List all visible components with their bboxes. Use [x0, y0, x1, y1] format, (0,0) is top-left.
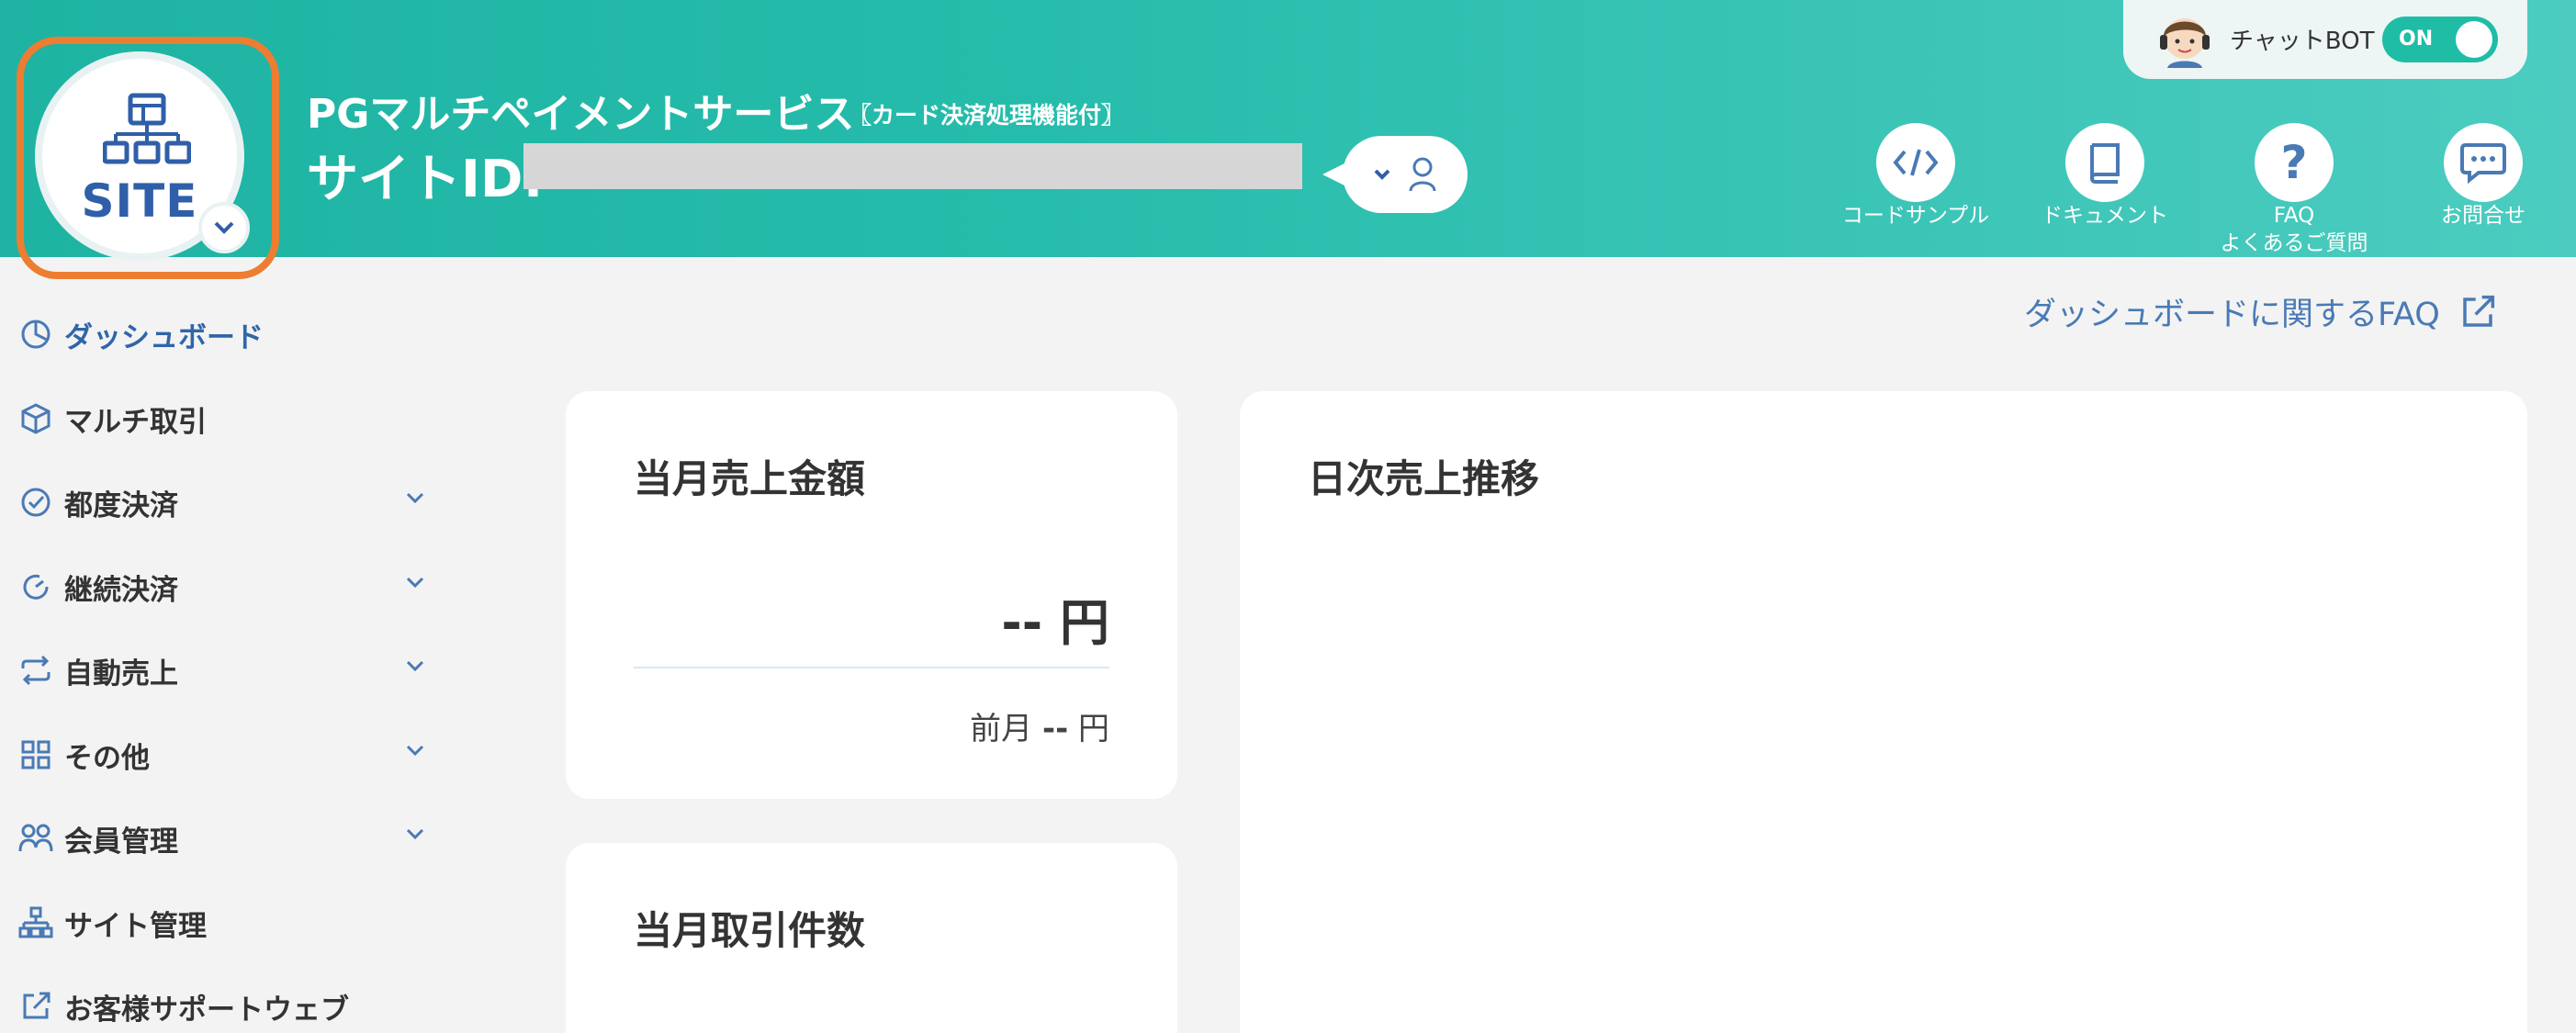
chevron-down-icon — [1374, 169, 1390, 180]
nav-code-sample[interactable]: コードサンプル — [1824, 123, 2008, 230]
monthly-sales-card: 当月売上金額 -- 円 前月 -- 円 — [566, 391, 1177, 799]
card-divider — [634, 667, 1109, 668]
box-icon — [18, 401, 53, 436]
sidebar-item-label: その他 — [64, 741, 150, 775]
chevron-down-icon — [406, 492, 424, 504]
service-title: PGマルチペイメントサービス — [307, 91, 855, 138]
nav-faq[interactable]: ? FAQ よくあるご質問 — [2202, 123, 2386, 257]
toggle-knob — [2456, 21, 2492, 58]
pie-chart-icon — [18, 317, 53, 352]
service-subtitle: 〖カード決済処理機能付〗 — [849, 102, 1125, 129]
sidebar-item-label: お客様サポートウェブ — [64, 993, 349, 1027]
document-icon — [2065, 123, 2144, 202]
chatbot-label: チャットBOT — [2230, 28, 2375, 55]
dashboard-faq-link-label: ダッシュボードに関するFAQ — [2024, 297, 2440, 333]
chatbot-avatar-icon — [2160, 18, 2210, 68]
user-icon — [1409, 157, 1436, 192]
sidebar-item-label: 継続決済 — [64, 573, 178, 607]
daily-sales-trend-title: 日次売上推移 — [1308, 456, 1540, 501]
site-id-label: サイトID: — [307, 150, 544, 209]
chatbot-toggle[interactable]: ON — [2382, 17, 2498, 62]
monthly-sales-title: 当月売上金額 — [634, 456, 866, 501]
chatbot-panel: チャットBOT ON — [2123, 0, 2527, 79]
sitemap-icon — [103, 93, 191, 164]
chevron-down-icon — [214, 221, 234, 234]
dashboard-faq-link[interactable]: ダッシュボードに関するFAQ — [2024, 288, 2497, 335]
chevron-down-icon — [406, 745, 424, 757]
chatbot-toggle-state: ON — [2399, 28, 2434, 51]
code-icon — [1876, 123, 1955, 202]
header-bar: SITE PGマルチペイメントサービス 〖カード決済処理機能付〗 サイトID: … — [0, 0, 2576, 279]
chevron-down-icon — [406, 660, 424, 672]
repeat-icon — [18, 653, 53, 688]
nav-faq-label: FAQ — [2273, 204, 2315, 228]
sidebar-item-customer-support-web[interactable]: お客様サポートウェブ — [18, 983, 441, 1029]
previous-month-label: 前月 — [970, 711, 1033, 747]
sidebar-item-site-management[interactable]: サイト管理 — [18, 900, 441, 946]
nav-code-sample-label: コードサンプル — [1841, 204, 1990, 228]
sidebar-item-label: 会員管理 — [64, 825, 178, 859]
nav-document-label: ドキュメント — [2042, 204, 2168, 228]
monthly-transaction-count-title: 当月取引件数 — [634, 908, 866, 953]
previous-month-value: -- — [1041, 711, 1069, 747]
sidebar-item-auto-sales[interactable]: 自動売上 — [18, 647, 441, 693]
nav-faq-sublabel: よくあるご質問 — [2220, 231, 2368, 255]
sidebar-item-one-time-payment[interactable]: 都度決済 — [18, 479, 441, 525]
chat-icon — [2444, 123, 2523, 202]
sidebar-item-label: マルチ取引 — [64, 405, 207, 439]
sidebar-item-label: ダッシュボード — [64, 320, 264, 354]
grid-icon — [18, 737, 53, 772]
site-id-value-redacted — [523, 143, 1302, 189]
question-icon: ? — [2255, 123, 2334, 202]
external-link-icon — [18, 989, 53, 1024]
sidebar-item-dashboard[interactable]: ダッシュボード — [18, 311, 441, 357]
sidebar-item-other[interactable]: その他 — [18, 732, 441, 778]
sidebar-item-multi-transaction[interactable]: マルチ取引 — [18, 396, 441, 442]
check-circle-icon — [18, 485, 53, 520]
monthly-sales-value: -- 円 — [1001, 594, 1109, 652]
nav-contact-label: お問合せ — [2441, 204, 2525, 228]
external-link-icon — [2463, 295, 2494, 327]
nav-document[interactable]: ドキュメント — [2013, 123, 2197, 230]
account-menu-button[interactable] — [1322, 136, 1468, 213]
sitemap-icon — [18, 905, 53, 940]
monthly-transaction-count-card: 当月取引件数 — [566, 843, 1177, 1033]
users-icon — [18, 821, 53, 856]
chevron-down-icon — [406, 577, 424, 589]
daily-sales-trend-card: 日次売上推移 — [1240, 391, 2527, 1033]
nav-contact[interactable]: お問合せ — [2391, 123, 2575, 230]
sidebar-item-label: サイト管理 — [64, 909, 207, 943]
previous-month-sales: 前月 -- 円 — [970, 703, 1109, 748]
sidebar-item-member-management[interactable]: 会員管理 — [18, 815, 441, 861]
sidebar-item-label: 自動売上 — [64, 657, 178, 691]
sidebar-item-recurring-payment[interactable]: 継続決済 — [18, 564, 441, 610]
chevron-down-icon — [406, 828, 424, 840]
site-dropdown-button[interactable] — [198, 202, 250, 253]
refresh-circle-icon — [18, 569, 53, 604]
sidebar-item-label: 都度決済 — [64, 488, 178, 522]
previous-month-unit: 円 — [1078, 711, 1109, 747]
